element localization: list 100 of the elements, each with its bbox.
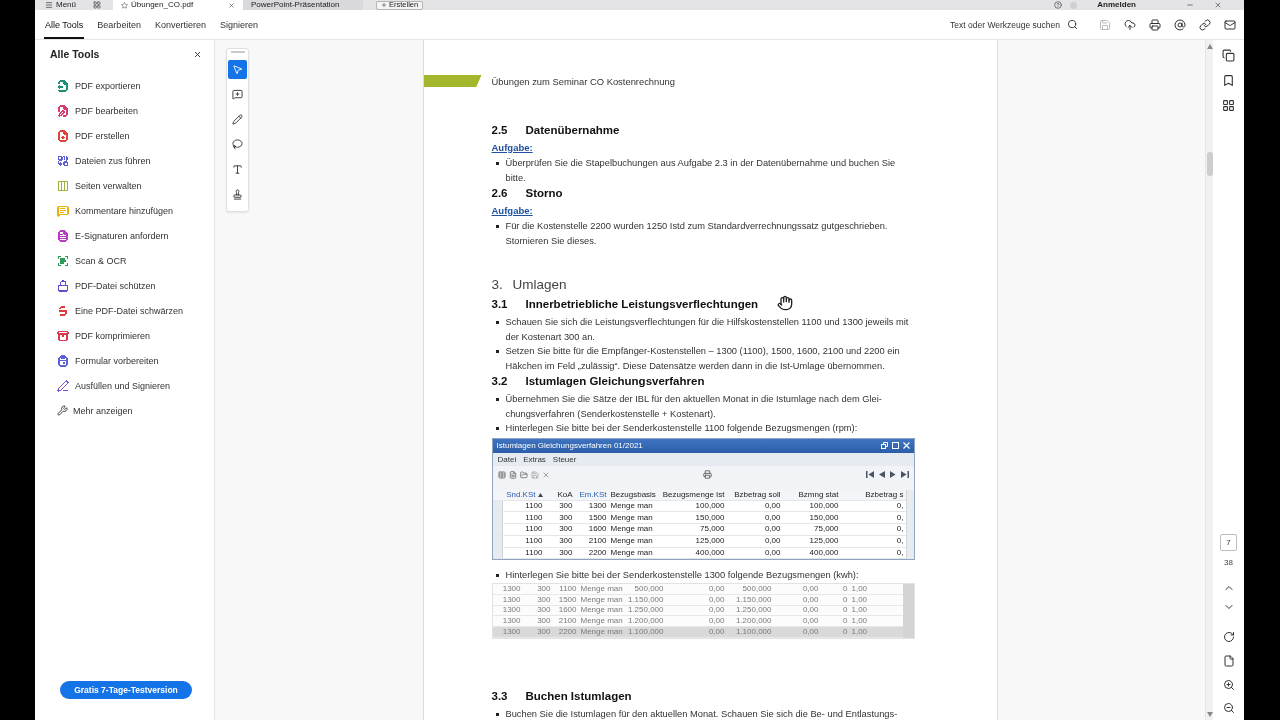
sign-in-button[interactable]: Anmelden: [1097, 0, 1136, 10]
scroll-up-icon[interactable]: [1206, 44, 1213, 49]
menu-item[interactable]: Datei: [497, 454, 517, 464]
table-cell-text: 1300: [501, 595, 522, 604]
browser-tab[interactable]: Übungen_CO.pdf: [113, 0, 243, 10]
column-header[interactable]: Snd.KSt: [506, 490, 536, 499]
section-number: 2.6: [491, 186, 509, 200]
table-cell-text: 0,00: [763, 537, 782, 546]
tool-item[interactable]: E-Signaturen anfordern: [50, 223, 169, 248]
table-cell-text: 0,00: [707, 606, 726, 615]
row-selector[interactable]: [492, 524, 503, 535]
row-selector[interactable]: [492, 500, 503, 512]
table-cell-text: 1300: [501, 628, 522, 637]
tool-item[interactable]: PDF erstellen: [50, 123, 130, 148]
menu-tab[interactable]: Bearbeiten: [96, 10, 142, 39]
page-icon[interactable]: [1222, 655, 1235, 667]
tool-item[interactable]: Scan & OCR: [50, 248, 127, 273]
table-cell-text: 0,00: [707, 628, 726, 637]
column-header[interactable]: Em.KSt: [579, 490, 607, 499]
menu-tab[interactable]: Konvertieren: [153, 10, 207, 39]
scroll-down-icon[interactable]: [1206, 712, 1213, 717]
table-cell-text: 0,00: [707, 617, 726, 626]
previous-icon[interactable]: [878, 471, 885, 478]
last-page-icon[interactable]: [900, 471, 909, 478]
search-button[interactable]: Text oder Werkzeuge suchen: [950, 10, 1078, 39]
column-header[interactable]: Bezugsmenge Ist: [662, 490, 725, 499]
close-icon[interactable]: [193, 49, 202, 59]
table-cell-text: 300: [536, 584, 552, 593]
column-header[interactable]: Bzmng stat: [798, 490, 839, 499]
row-selector[interactable]: [492, 547, 503, 559]
tool-item[interactable]: Ausfüllen und Signieren: [50, 373, 171, 398]
print-icon[interactable]: [1148, 18, 1161, 31]
menu-button[interactable]: Menü: [45, 0, 76, 10]
table-cell-text: 75,000: [699, 525, 726, 534]
stacked-squares-icon[interactable]: [1222, 48, 1235, 62]
menu-tab[interactable]: Signieren: [218, 10, 259, 39]
column-header[interactable]: Bzbetrag soll: [734, 490, 781, 499]
maximize-icon[interactable]: [891, 442, 899, 449]
cross-icon[interactable]: [541, 470, 550, 479]
drag-handle[interactable]: [230, 51, 245, 53]
tool-item[interactable]: Dateien zus führen: [50, 148, 151, 173]
tool-item[interactable]: PDF exportieren: [50, 73, 141, 98]
next-icon[interactable]: [889, 471, 896, 478]
row-selector[interactable]: [492, 535, 503, 547]
column-header[interactable]: Bezugsbasis: [610, 490, 656, 499]
square-bullet-icon: [495, 350, 499, 353]
tool-item[interactable]: PDF bearbeiten: [50, 98, 139, 123]
table-cell-text: 400,000: [808, 549, 840, 558]
tool-item[interactable]: Formular vorbereiten: [50, 348, 159, 373]
text-icon: [232, 164, 243, 175]
tool-item[interactable]: PDF komprimieren: [50, 323, 150, 348]
star-icon[interactable]: [121, 1, 128, 9]
document-icon[interactable]: [508, 470, 517, 479]
tool-item[interactable]: Kommentare hinzufügen: [50, 198, 174, 223]
grid-icon[interactable]: [1222, 98, 1235, 112]
column-header[interactable]: KoA: [557, 490, 573, 499]
table-cell-text: 0: [842, 584, 849, 593]
table-cell-text: 2200: [587, 549, 608, 558]
link-icon[interactable]: [1198, 18, 1211, 31]
tool-item[interactable]: Eine PDF-Datei schwärzen: [50, 298, 184, 323]
table-cell-text: 0: [842, 617, 849, 626]
table-cell-text: 2200: [557, 628, 578, 637]
browser-tab[interactable]: PowerPoint-Präsentation: [243, 0, 363, 10]
scrollbar-thumb[interactable]: [1206, 152, 1213, 176]
restore-icon[interactable]: [880, 442, 888, 449]
square-bullet-icon: [495, 398, 499, 401]
row-selector[interactable]: [492, 512, 503, 524]
rotate-icon[interactable]: [1222, 631, 1235, 643]
zoom-in-icon[interactable]: [1222, 679, 1235, 691]
first-page-icon[interactable]: [865, 471, 874, 478]
table-icon[interactable]: [497, 470, 506, 479]
show-more-link[interactable]: Mehr anzeigen: [50, 398, 133, 423]
tool-item[interactable]: Seiten verwalten: [50, 173, 142, 198]
tool-button[interactable]: [228, 60, 247, 79]
menu-item[interactable]: Steuer: [552, 454, 577, 464]
at-sign-icon[interactable]: [1173, 18, 1186, 31]
chapter-number: 3.: [491, 276, 504, 294]
table-cell-text: 300: [558, 549, 574, 558]
tool-item[interactable]: PDF-Datei schützen: [50, 273, 156, 298]
page-number-field[interactable]: 7: [1220, 534, 1237, 551]
table-cell-text: 300: [536, 606, 552, 615]
help-icon[interactable]: [1054, 1, 1063, 9]
table-cell-text: 1.250,000: [734, 606, 773, 615]
bullet-text: Schauen Sie sich die Leistungsverflechtungen für die Hilfskostenstellen 1100 und 1300 jeweils mit der Kostenart 300 an.: [505, 316, 910, 344]
table-cell-text: 150,000: [808, 513, 840, 522]
table-cell-text: 0,: [895, 501, 905, 510]
table-cell-text: 75,000: [813, 525, 840, 534]
section-number: 2.5: [491, 123, 509, 137]
stamp-icon: [232, 189, 243, 200]
upload-icon[interactable]: [1123, 18, 1136, 31]
trial-button[interactable]: Gratis 7-Tage-Testversion: [60, 681, 192, 699]
zoom-out-icon[interactable]: [1222, 702, 1235, 714]
table-cell-text: 0,00: [801, 628, 820, 637]
table-cell-text: 1,00: [850, 606, 869, 615]
folder-icon[interactable]: [519, 470, 528, 479]
table-cell-text: 1.200,000: [626, 617, 665, 626]
bookmark-icon[interactable]: [1222, 73, 1235, 87]
mail-icon[interactable]: [1223, 18, 1236, 31]
menu-item[interactable]: Extras: [523, 454, 546, 464]
column-header[interactable]: Bzbetrag s: [865, 490, 904, 499]
